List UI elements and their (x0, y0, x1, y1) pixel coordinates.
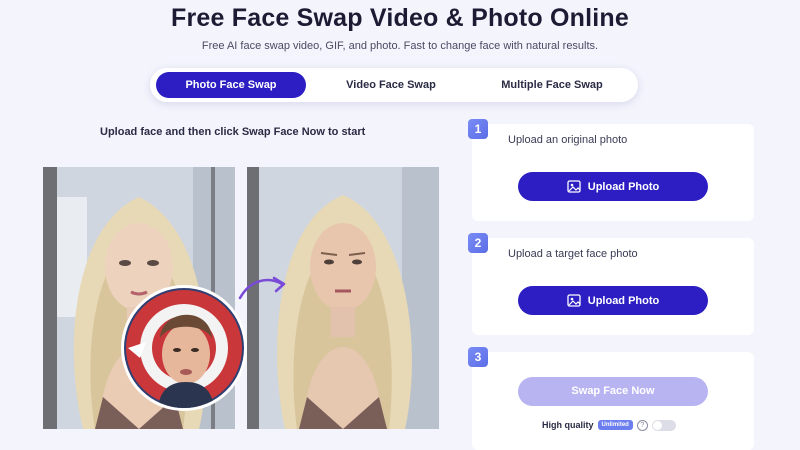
unlimited-badge: Unlimited (597, 420, 633, 430)
step-1-card: 1 Upload an original photo Upload Photo (468, 119, 754, 221)
page-title: Free Face Swap Video & Photo Online (170, 4, 630, 32)
step-label: Upload a target face photo (508, 248, 638, 260)
toggle-knob (652, 420, 662, 430)
mode-tabs: Photo Face Swap Video Face Swap Multiple… (150, 68, 638, 102)
swap-face-now-button[interactable]: Swap Face Now (518, 377, 708, 406)
upload-button-label: Upload Photo (587, 180, 660, 193)
upload-button-label: Upload Photo (587, 294, 660, 307)
help-icon[interactable]: ? (636, 419, 648, 431)
step-label: Upload an original photo (508, 134, 628, 146)
step-number: 2 (468, 233, 488, 253)
tab-photo-face-swap[interactable]: Photo Face Swap (156, 72, 306, 98)
page-subtitle: Free AI face swap video, GIF, and photo.… (201, 40, 599, 52)
tab-multiple-face-swap[interactable]: Multiple Face Swap (472, 72, 632, 98)
demo-instruction: Upload face and then click Swap Face Now… (100, 126, 366, 138)
swap-arrow-icon (238, 276, 286, 300)
high-quality-label: High quality (542, 420, 594, 430)
image-upload-icon (567, 180, 581, 193)
source-face-example (124, 288, 244, 408)
step-number: 1 (468, 119, 488, 139)
upload-original-photo-button[interactable]: Upload Photo (518, 172, 708, 201)
image-upload-icon (567, 294, 581, 307)
high-quality-toggle[interactable] (651, 419, 676, 431)
upload-target-face-button[interactable]: Upload Photo (518, 286, 708, 315)
high-quality-row: High quality Unlimited ? (542, 418, 676, 432)
step-3-card: 3 Swap Face Now High quality Unlimited ? (468, 347, 754, 450)
step-2-card: 2 Upload a target face photo Upload Phot… (468, 233, 754, 335)
step-number: 3 (468, 347, 488, 367)
tab-video-face-swap[interactable]: Video Face Swap (316, 72, 466, 98)
